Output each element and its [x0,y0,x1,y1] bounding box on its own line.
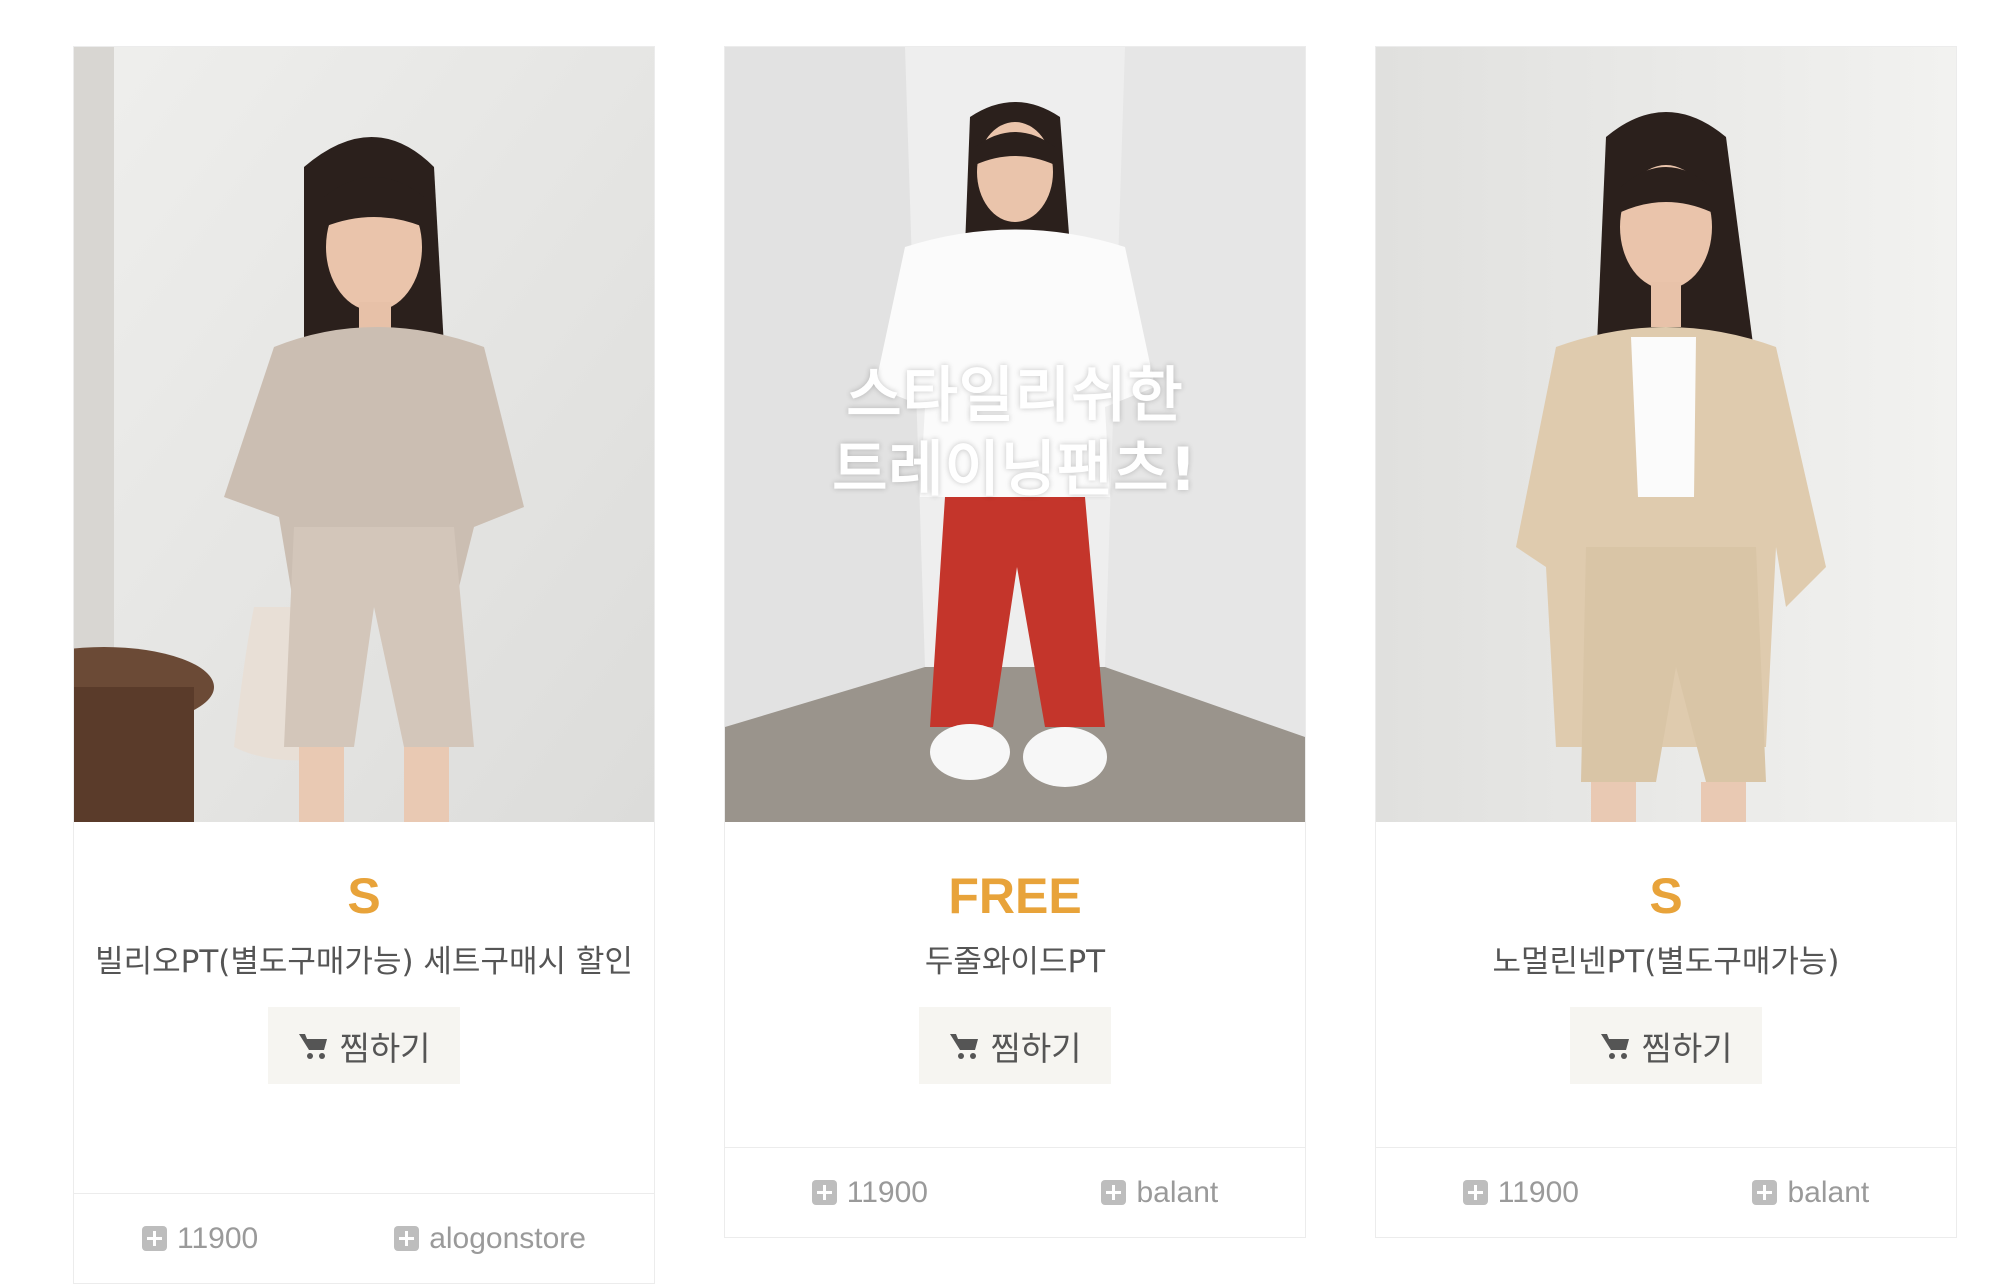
wish-label: 찜하기 [990,1028,1082,1068]
price-meta[interactable]: 11900 [811,1175,928,1210]
product-card[interactable]: S 빌리오PT(별도구매가능) 세트구매시 할인 찜하기 11900 alogo… [73,46,655,1284]
promo-line: 트레이닝팬츠! [832,435,1198,505]
store-meta[interactable]: balant [1101,1176,1218,1210]
plus-square-icon [811,1180,837,1205]
wish-button[interactable]: 찜하기 [919,1007,1111,1084]
promo-overlay: 스타일리쉬한 트레이닝팬츠! [725,359,1305,507]
product-size: FREE [948,868,1082,924]
price-meta[interactable]: 11900 [1462,1175,1579,1210]
wish-label: 찜하기 [1641,1028,1733,1068]
product-image[interactable] [74,47,654,822]
plus-square-icon [1752,1180,1778,1205]
product-name[interactable]: 노멀린넨PT(별도구매가능) [1376,926,1956,985]
product-size: S [1649,868,1683,924]
plus-square-icon [394,1226,420,1251]
product-meta: 11900 balant [1376,1147,1956,1237]
product-info: S 노멀린넨PT(별도구매가능) 찜하기 [1376,822,1956,1084]
product-image[interactable]: 스타일리쉬한 트레이닝팬츠! [725,47,1305,822]
store-name: balant [1787,1175,1870,1209]
cart-icon [299,1033,328,1059]
cart-icon [950,1033,979,1059]
wish-label: 찜하기 [339,1028,431,1068]
promo-line: 스타일리쉬한 [846,361,1184,431]
price-meta[interactable]: 11900 [142,1222,258,1256]
product-meta: 11900 balant [725,1147,1305,1237]
product-info: S 빌리오PT(별도구매가능) 세트구매시 할인 찜하기 [74,822,654,1084]
plus-square-icon [142,1226,167,1251]
price-value: 11900 [177,1221,259,1255]
store-name: balant [1136,1175,1219,1209]
product-meta: 11900 alogonstore [74,1193,654,1283]
product-card[interactable]: 스타일리쉬한 트레이닝팬츠! FREE 두줄와이드PT 찜하기 11900 ba… [724,46,1306,1238]
store-meta[interactable]: balant [1752,1176,1869,1210]
plus-square-icon [1462,1180,1488,1205]
price-value: 11900 [846,1175,928,1209]
product-info: FREE 두줄와이드PT 찜하기 [725,822,1305,1084]
product-name[interactable]: 빌리오PT(별도구매가능) 세트구매시 할인 [74,926,654,985]
wish-button[interactable]: 찜하기 [268,1007,460,1084]
wish-button[interactable]: 찜하기 [1570,1007,1762,1084]
price-value: 11900 [1497,1175,1579,1209]
store-meta[interactable]: alogonstore [394,1222,586,1256]
product-image[interactable] [1376,47,1956,822]
plus-square-icon [1101,1180,1127,1205]
product-size: S [347,868,381,924]
product-grid: S 빌리오PT(별도구매가능) 세트구매시 할인 찜하기 11900 alogo… [0,0,2010,1286]
store-name: alogonstore [429,1221,586,1255]
cart-icon [1601,1033,1630,1059]
product-card[interactable]: S 노멀린넨PT(별도구매가능) 찜하기 11900 balant [1375,46,1957,1238]
product-name[interactable]: 두줄와이드PT [725,926,1305,985]
